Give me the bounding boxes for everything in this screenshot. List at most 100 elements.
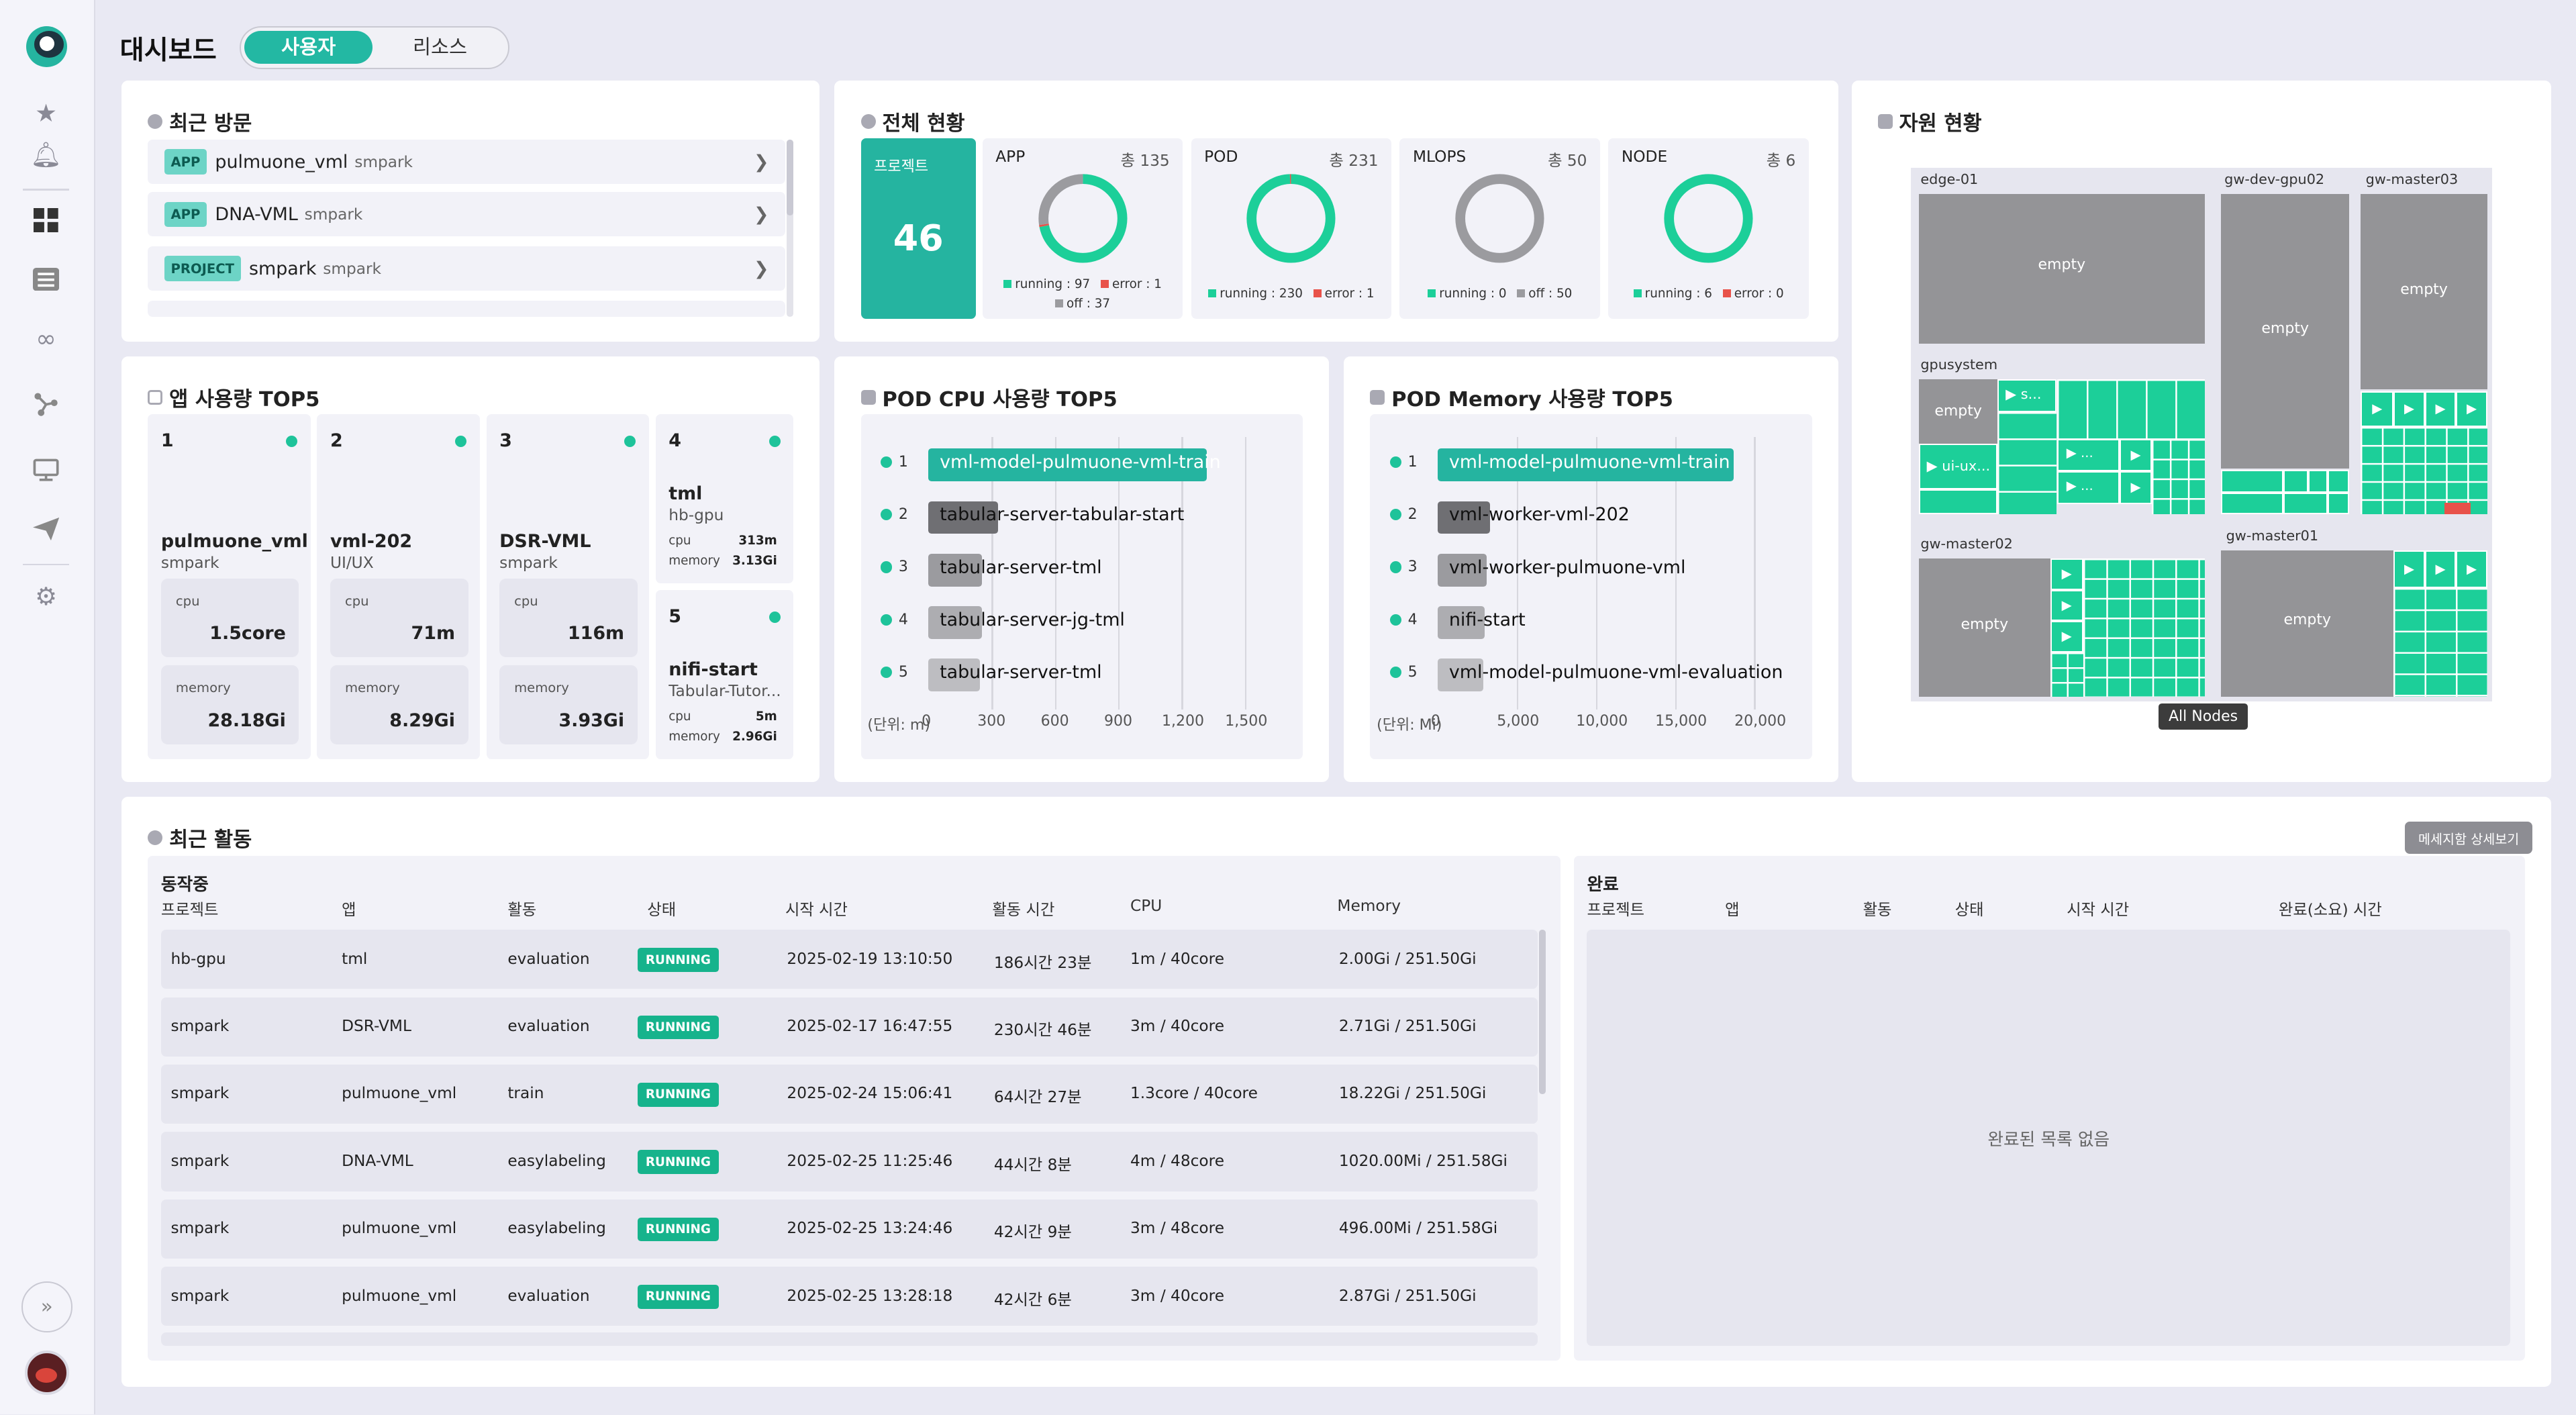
project-count: 46 <box>893 217 944 260</box>
table-row[interactable]: smpark pulmuone_vml train RUNNING 2025-02-24… <box>160 1065 1538 1124</box>
table-cell: 3m / 40core <box>1130 1017 1224 1036</box>
message-detail-button[interactable]: 메세지함 상세보기 <box>2405 821 2532 855</box>
network-icon[interactable] <box>28 386 64 422</box>
table-row[interactable]: smpark pulmuone_vml evaluation RUNNING 2025-… <box>160 1267 1538 1326</box>
pod-cell[interactable] <box>2328 470 2350 493</box>
play-icon[interactable]: ▶ <box>2050 589 2083 622</box>
scrollbar[interactable] <box>787 140 794 318</box>
bar-row[interactable]: 5 vml-model-pulmuone-vml-evaluation <box>1370 657 1812 693</box>
error-pod-cell[interactable] <box>2444 502 2471 515</box>
pod-cell[interactable]: ▶ s... <box>1997 379 2057 413</box>
project-count-box[interactable]: 프로젝트 46 <box>860 138 976 319</box>
visit-item-partial[interactable] <box>148 300 785 318</box>
play-icon[interactable]: ▶ <box>2119 471 2152 505</box>
bar-rank: 1 <box>1407 453 1418 471</box>
toggle-resource[interactable]: 리소스 <box>376 31 504 64</box>
play-icon[interactable]: ▶ <box>2456 550 2487 589</box>
table-row[interactable]: smpark DSR-VML evaluation RUNNING 2025-02-17… <box>160 997 1538 1057</box>
node-gw-master01[interactable]: empty <box>2221 550 2394 697</box>
gear-icon[interactable]: ⚙ <box>28 579 64 615</box>
play-icon[interactable]: ▶ <box>2119 438 2152 472</box>
list-icon[interactable] <box>28 261 64 297</box>
table-row[interactable]: hb-gpu tml evaluation RUNNING 2025-02-19 13:… <box>160 930 1538 989</box>
play-icon[interactable]: ▶ <box>2424 391 2457 428</box>
rank-number: 4 <box>668 430 681 452</box>
table-cell: 2025-02-17 16:47:55 <box>787 1017 953 1036</box>
node-label: gw-master02 <box>1920 535 2013 552</box>
pod-cell[interactable] <box>2283 470 2308 493</box>
app-rank-card[interactable]: 2 vml-202 UI/UX cpu 71m memory 8.29Gi <box>317 413 480 759</box>
star-icon[interactable]: ★ <box>28 95 64 132</box>
app-rank-card[interactable]: 4 tml hb-gpu cpu 313m memory 3.13Gi <box>655 413 794 583</box>
play-icon[interactable]: ▶ <box>2393 391 2425 428</box>
toggle-user[interactable]: 사용자 <box>244 31 373 64</box>
infinity-icon[interactable]: ∞ <box>28 320 64 356</box>
node-gw-master02[interactable]: empty <box>1918 558 2050 697</box>
node-label: gw-master01 <box>2226 527 2319 544</box>
scrollbar[interactable] <box>1539 930 1546 1095</box>
stat-pod[interactable]: POD 총 231 running : 230 error : 1 <box>1191 138 1392 319</box>
pod-cell[interactable] <box>2283 493 2328 515</box>
bar-label: vml-model-pulmuone-vml-train <box>1448 452 1730 473</box>
app-top5-title: 앱 사용량 TOP5 <box>148 383 319 412</box>
pod-cell[interactable] <box>2308 470 2328 493</box>
bar-row[interactable]: 1 vml-model-pulmuone-vml-train <box>861 447 1303 483</box>
visit-name: DNA-VML <box>215 203 298 225</box>
table-row-partial[interactable] <box>160 1332 1538 1346</box>
stat-app[interactable]: APP 총 135 running : 97 error : 1 off : 37 <box>982 138 1183 319</box>
empty-block[interactable]: empty <box>1918 379 1998 444</box>
avatar[interactable] <box>24 1351 69 1396</box>
table-cell: pulmuone_vml <box>342 1084 457 1103</box>
play-icon[interactable]: ▶ <box>2361 391 2394 428</box>
visit-item[interactable]: PROJECT smpark smpark ❯ <box>148 246 785 291</box>
bar-row[interactable]: 1 vml-model-pulmuone-vml-train <box>1370 447 1812 483</box>
app-rank-card[interactable]: 3 DSR-VML smpark cpu 116m memory 3.93Gi <box>486 413 649 759</box>
dashboard-icon[interactable] <box>28 202 64 238</box>
pod-cell[interactable]: ▶ ... <box>2057 438 2120 472</box>
resources-card: 자원 현황 edge-01 empty gw-dev-gpu02 empty g… <box>1851 80 2552 783</box>
expand-icon[interactable]: » <box>21 1281 72 1333</box>
visit-owner: smpark <box>304 205 363 224</box>
app-rank-card[interactable]: 1 pulmuone_vml smpark cpu 1.5core memory 2… <box>148 413 311 759</box>
node-edge-01[interactable]: empty <box>1918 193 2205 344</box>
bar-row[interactable]: 4 tabular-server-jg-tml <box>861 605 1303 641</box>
play-icon[interactable]: ▶ <box>2424 550 2457 589</box>
play-icon[interactable]: ▶ <box>2050 558 2083 590</box>
monitor-icon[interactable] <box>28 452 64 488</box>
bar-row[interactable]: 3 tabular-server-tml <box>861 552 1303 588</box>
bar-row[interactable]: 5 tabular-server-tml <box>861 657 1303 693</box>
bar-row[interactable]: 4 nifi-start <box>1370 605 1812 641</box>
chevron-right-icon: ❯ <box>753 151 769 173</box>
node-gw-dev-gpu02[interactable]: empty <box>2221 193 2350 469</box>
pod-cell[interactable]: ▶ ui-ux... <box>1918 443 1998 490</box>
cpu-top5-card: POD CPU 사용량 TOP5 0 300 600 900 1,200 1,500 (단위… <box>834 356 1330 783</box>
play-icon[interactable]: ▶ <box>2456 391 2487 428</box>
visit-item[interactable]: APP DNA-VML smpark ❯ <box>148 192 785 237</box>
pod-cell[interactable] <box>2221 493 2284 515</box>
x-tick-label: 1,500 <box>1225 713 1268 730</box>
app-name: DSR-VML <box>499 530 591 552</box>
bell-icon[interactable]: 🔔︎ <box>28 136 64 173</box>
play-icon[interactable]: ▶ <box>2393 550 2425 589</box>
send-icon[interactable] <box>28 511 64 547</box>
bar-row[interactable]: 2 tabular-server-tabular-start <box>861 499 1303 536</box>
table-cell: 44시간 8분 <box>993 1155 1072 1174</box>
pod-cell[interactable]: ▶ ... <box>2057 471 2120 505</box>
visit-item[interactable]: APP pulmuone_vml smpark ❯ <box>148 140 785 185</box>
logo-icon[interactable] <box>26 26 68 68</box>
play-icon[interactable]: ▶ <box>2050 621 2083 652</box>
col-header: 앱 <box>1725 901 1740 920</box>
table-row[interactable]: smpark pulmuone_vml easylabeling RUNNING 202… <box>160 1199 1538 1259</box>
pod-cell[interactable] <box>1918 489 1998 515</box>
pod-cell[interactable] <box>2221 470 2284 493</box>
stat-mlops[interactable]: MLOPS 총 50 running : 0 off : 50 <box>1399 138 1601 319</box>
overview-title-text: 전체 현황 <box>882 112 965 136</box>
app-rank-card[interactable]: 5 nifi-start Tabular-Tutor... cpu 5m memo… <box>655 589 794 759</box>
bar-row[interactable]: 3 vml-worker-pulmuone-vml <box>1370 552 1812 588</box>
pie-icon <box>860 114 876 130</box>
pod-cell[interactable] <box>2328 493 2350 515</box>
bar-row[interactable]: 2 vml-worker-vml-202 <box>1370 499 1812 536</box>
node-gw-master03[interactable]: empty <box>2361 193 2487 390</box>
stat-node[interactable]: NODE 총 6 running : 6 error : 0 <box>1608 138 1809 319</box>
table-row[interactable]: smpark DNA-VML easylabeling RUNNING 2025-02-… <box>160 1132 1538 1191</box>
